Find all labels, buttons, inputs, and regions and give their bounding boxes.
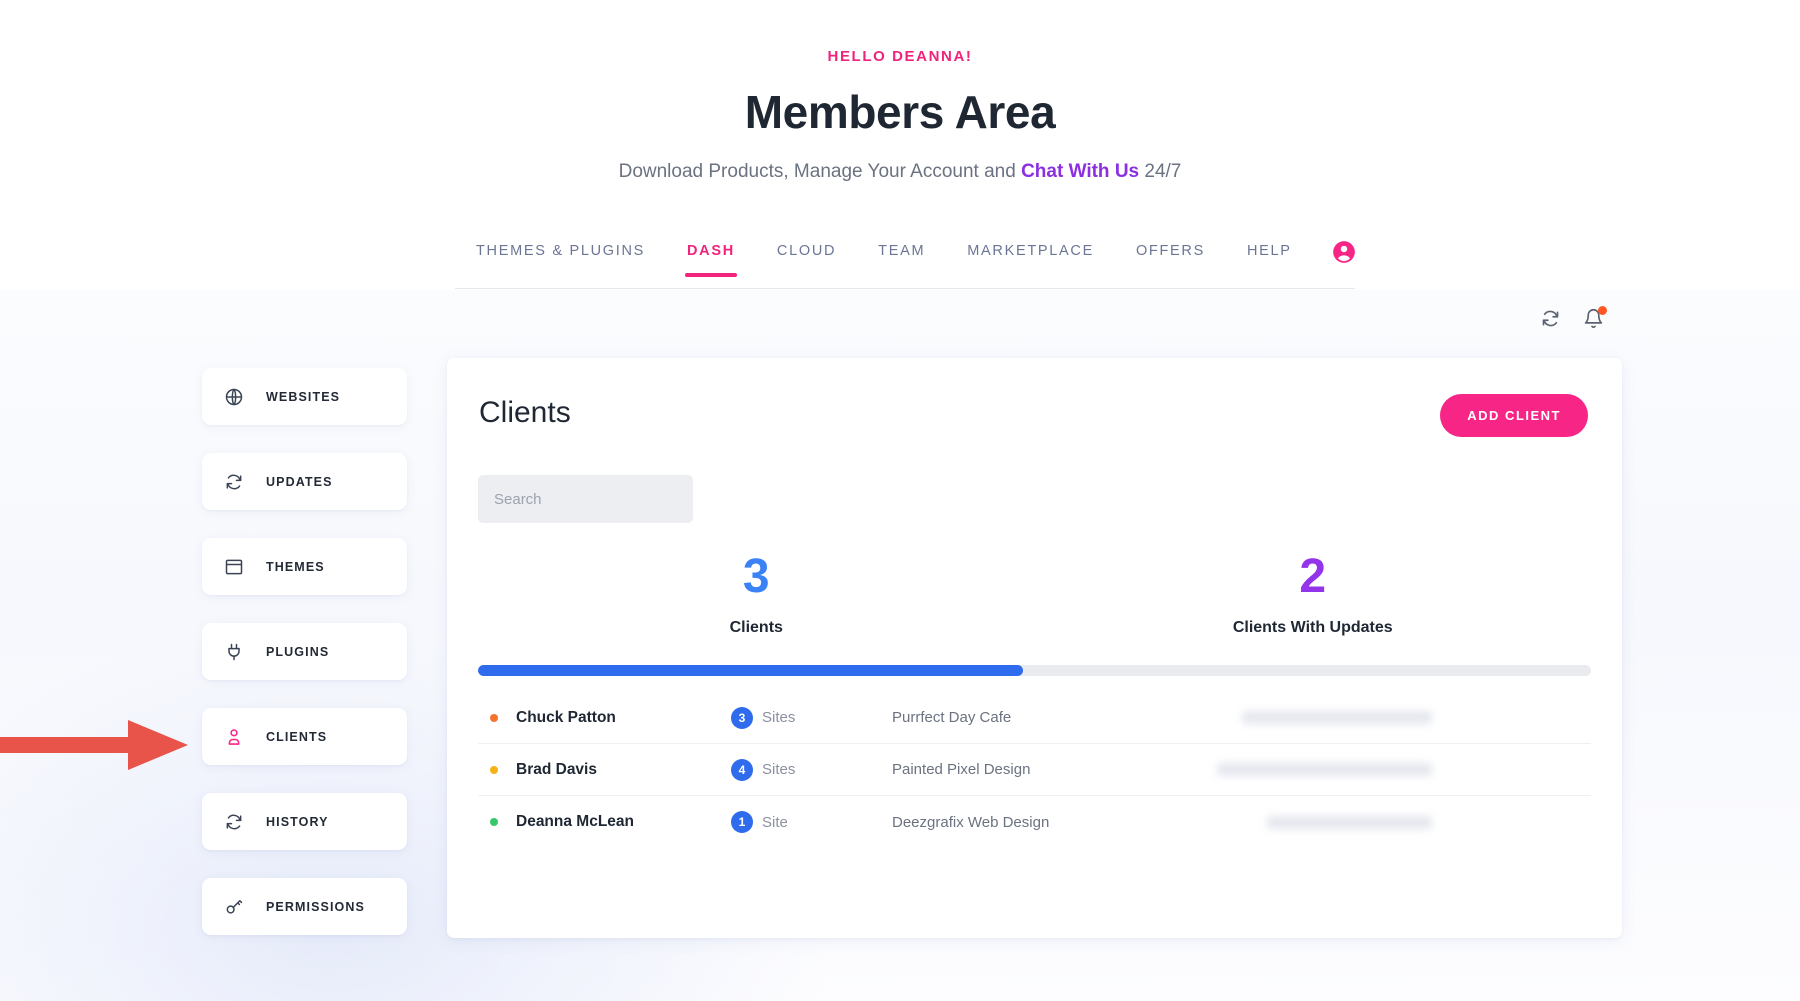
client-name: Chuck Patton (516, 709, 731, 727)
sidebar-item-permissions[interactable]: PERMISSIONS (202, 878, 407, 935)
stat-label: Clients (478, 619, 1035, 637)
page-header: HELLO DEANNA! Members Area Download Prod… (0, 0, 1800, 183)
table-row[interactable]: Brad Davis 4 Sites Painted Pixel Design (478, 744, 1591, 796)
panel-toolbar (1540, 308, 1604, 329)
sidebar-item-history[interactable]: HISTORY (202, 793, 407, 850)
stat-value: 2 (1035, 553, 1592, 601)
stat-value: 3 (478, 553, 1035, 601)
sidebar-item-websites[interactable]: WEBSITES (202, 368, 407, 425)
panel-title: Clients (479, 396, 571, 430)
bell-icon[interactable] (1583, 308, 1604, 329)
tab-help[interactable]: HELP (1226, 243, 1313, 275)
progress-fill (478, 665, 1023, 676)
client-email-redacted (1267, 816, 1432, 829)
sidebar-item-clients[interactable]: CLIENTS (202, 708, 407, 765)
client-company: Purrfect Day Cafe (892, 709, 1222, 726)
client-email-redacted (1242, 711, 1432, 724)
subtitle-text-after: 24/7 (1139, 161, 1181, 182)
tab-cloud[interactable]: CLOUD (756, 243, 857, 275)
table-row[interactable]: Deanna McLean 1 Site Deezgrafix Web Desi… (478, 796, 1591, 848)
tab-dash[interactable]: DASH (666, 243, 756, 275)
main-nav-tabs: THEMES & PLUGINS DASH CLOUD TEAM MARKETP… (455, 243, 1355, 289)
sidebar-item-label: WEBSITES (266, 390, 340, 404)
client-company: Painted Pixel Design (892, 761, 1222, 778)
clients-stats: 3 Clients 2 Clients With Updates (478, 553, 1591, 637)
stat-clients: 3 Clients (478, 553, 1035, 637)
clients-list: Chuck Patton 3 Sites Purrfect Day Cafe B… (478, 692, 1591, 848)
page-subtitle: Download Products, Manage Your Account a… (0, 161, 1800, 183)
sites-count-badge: 3 (731, 707, 753, 729)
sync-icon (224, 812, 244, 832)
stat-clients-with-updates: 2 Clients With Updates (1035, 553, 1592, 637)
clients-panel: Clients ADD CLIENT 3 Clients 2 Clients W… (447, 358, 1622, 938)
sidebar-item-updates[interactable]: UPDATES (202, 453, 407, 510)
sidebar-item-themes[interactable]: THEMES (202, 538, 407, 595)
sidebar-item-plugins[interactable]: PLUGINS (202, 623, 407, 680)
status-dot (490, 818, 498, 826)
sidebar-item-label: PLUGINS (266, 645, 329, 659)
page-title: Members Area (0, 85, 1800, 139)
notification-badge-dot (1598, 306, 1607, 315)
globe-icon (224, 387, 244, 407)
sites-count-badge: 1 (731, 811, 753, 833)
status-dot (490, 766, 498, 774)
sites-label: Site (762, 814, 892, 831)
window-icon (224, 557, 244, 577)
add-client-button[interactable]: ADD CLIENT (1440, 394, 1588, 437)
tab-offers[interactable]: OFFERS (1115, 243, 1226, 275)
client-name: Deanna McLean (516, 813, 731, 831)
sites-label: Sites (762, 709, 892, 726)
sidebar-item-label: THEMES (266, 560, 325, 574)
plug-icon (224, 642, 244, 662)
person-icon (224, 727, 244, 747)
client-company: Deezgrafix Web Design (892, 814, 1222, 831)
app-root: HELLO DEANNA! Members Area Download Prod… (0, 0, 1800, 1001)
stat-label: Clients With Updates (1035, 619, 1592, 637)
refresh-icon[interactable] (1540, 308, 1561, 329)
table-row[interactable]: Chuck Patton 3 Sites Purrfect Day Cafe (478, 692, 1591, 744)
account-circle-icon[interactable] (1331, 239, 1357, 265)
tab-marketplace[interactable]: MARKETPLACE (946, 243, 1115, 275)
greeting-text: HELLO DEANNA! (0, 48, 1800, 65)
sidebar-item-label: UPDATES (266, 475, 333, 489)
sidebar-item-label: CLIENTS (266, 730, 327, 744)
subtitle-text-before: Download Products, Manage Your Account a… (619, 161, 1021, 182)
key-icon (224, 897, 244, 917)
sync-icon (224, 472, 244, 492)
sidebar-item-label: HISTORY (266, 815, 329, 829)
status-dot (490, 714, 498, 722)
dashboard-sidebar: WEBSITES UPDATES THEMES (202, 368, 407, 963)
tab-themes-and-plugins[interactable]: THEMES & PLUGINS (455, 243, 666, 275)
tab-team[interactable]: TEAM (857, 243, 946, 275)
client-email-redacted (1217, 763, 1432, 776)
search-input[interactable] (478, 475, 693, 523)
sidebar-item-label: PERMISSIONS (266, 900, 365, 914)
sites-count-badge: 4 (731, 759, 753, 781)
client-name: Brad Davis (516, 761, 731, 779)
clients-progress-bar (478, 665, 1591, 676)
sites-label: Sites (762, 761, 892, 778)
chat-with-us-link[interactable]: Chat With Us (1021, 161, 1139, 182)
